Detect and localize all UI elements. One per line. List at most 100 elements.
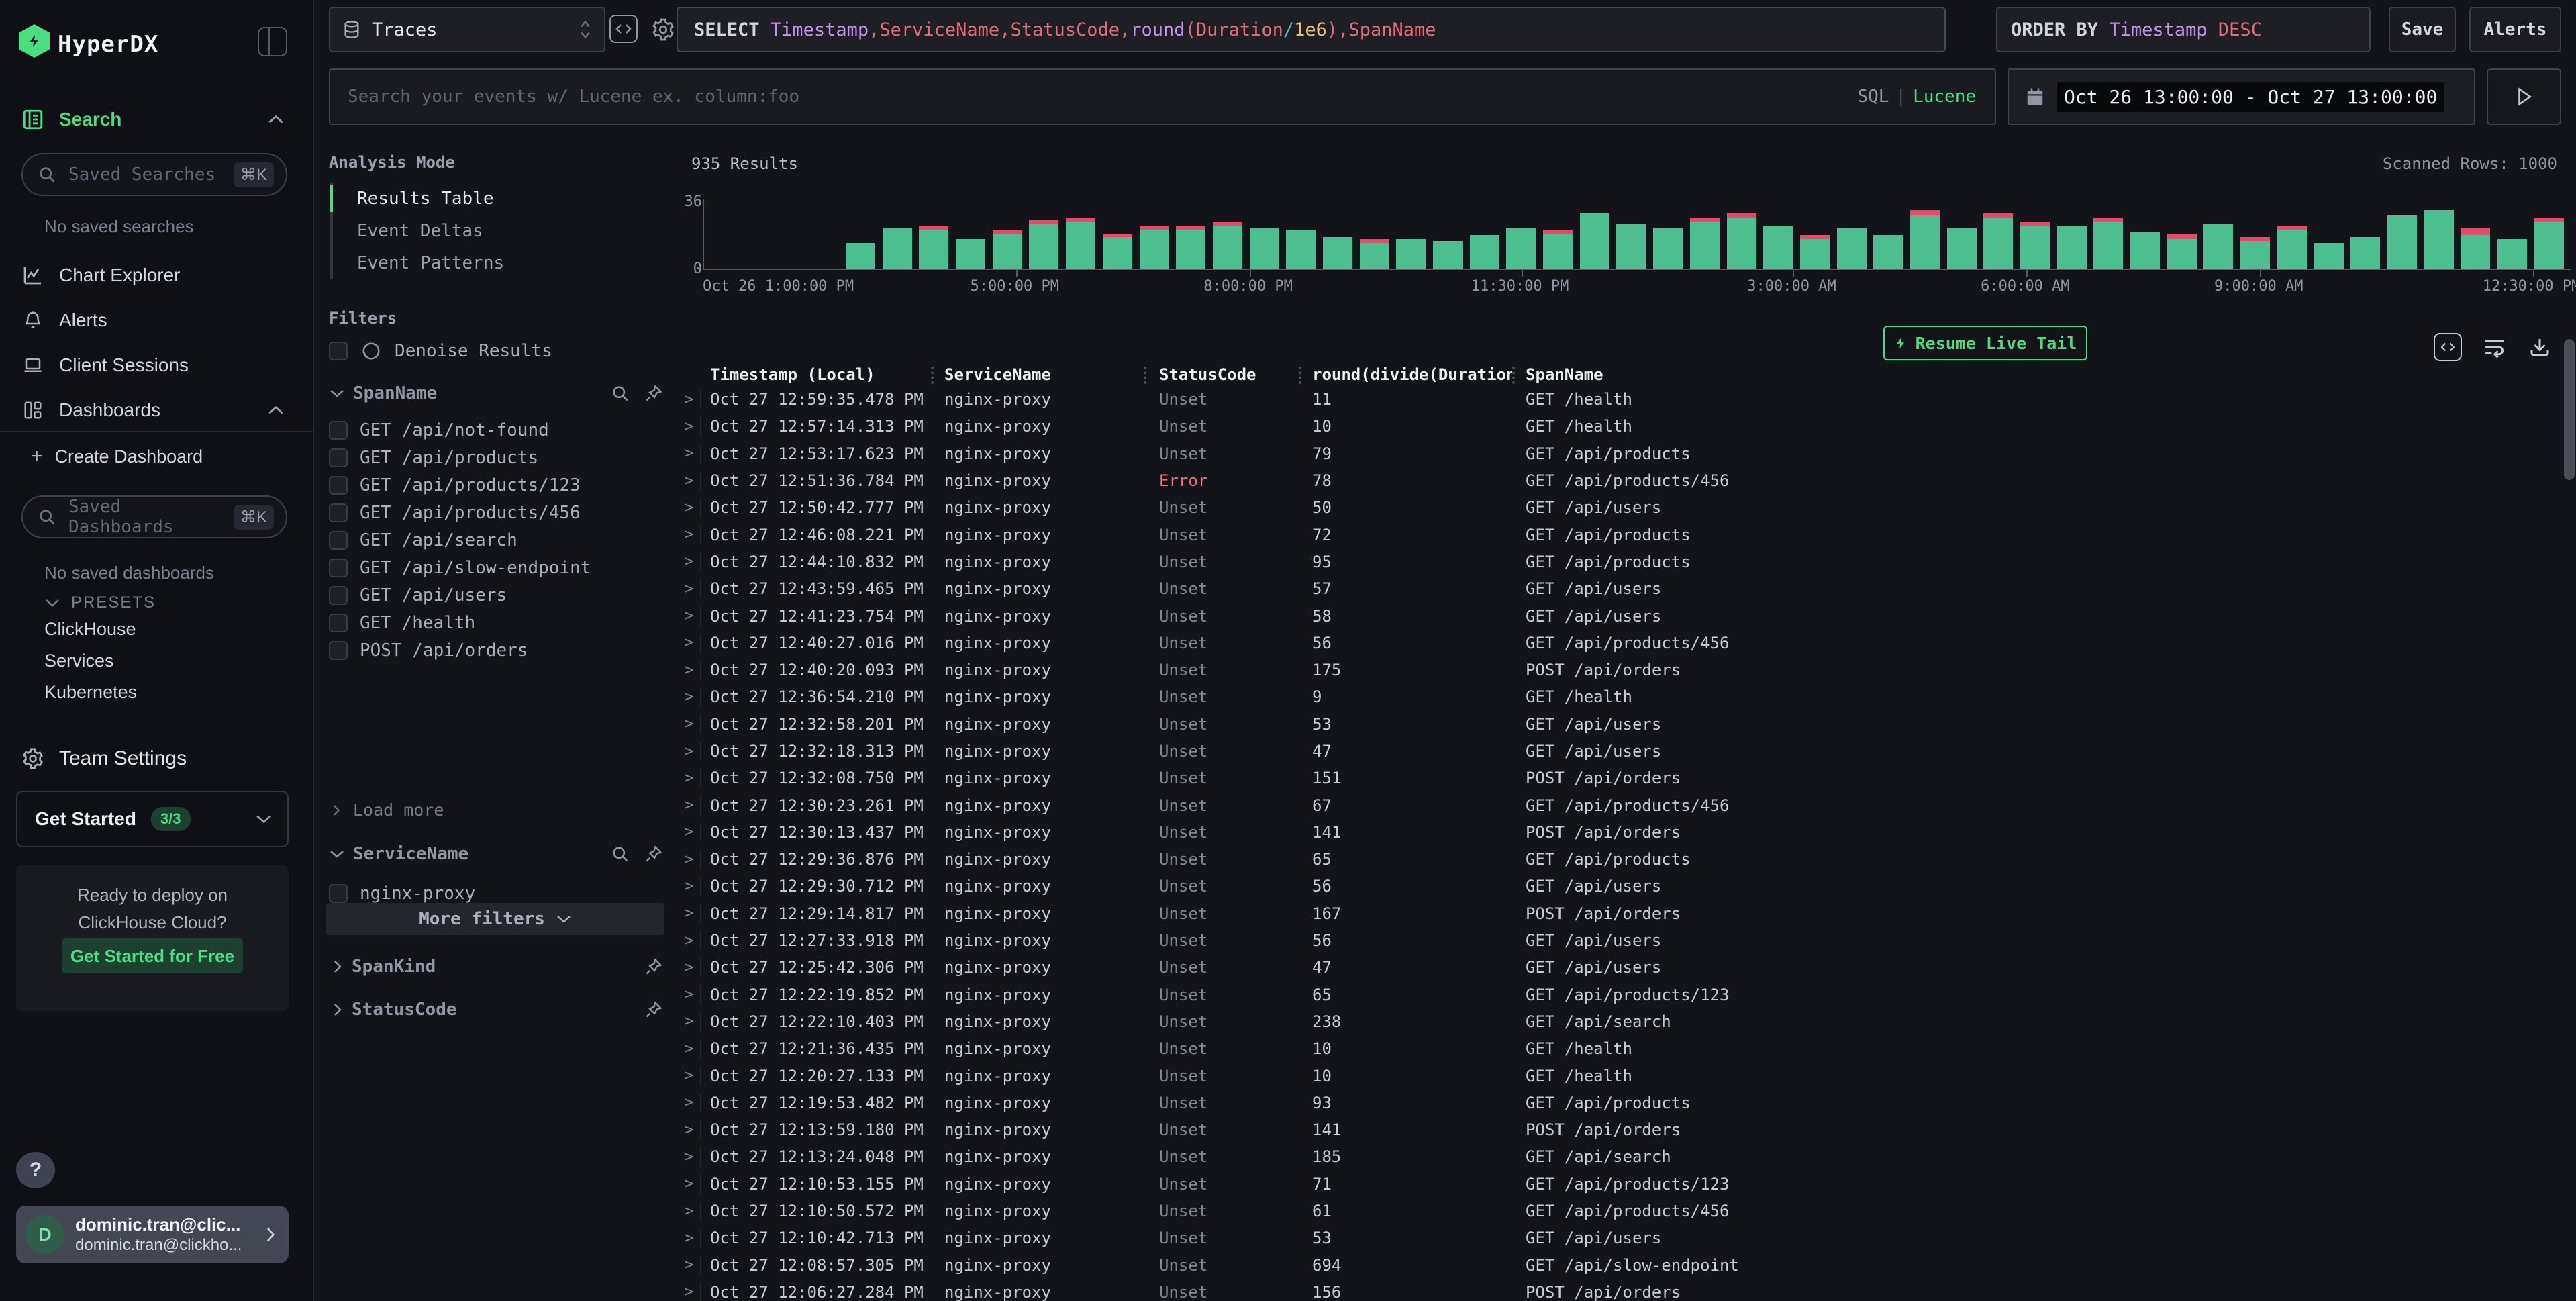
pin-icon[interactable]: [644, 957, 663, 976]
col-timestamp[interactable]: Timestamp (Local): [710, 365, 932, 384]
table-row[interactable]: >Oct 27 12:22:19.852 PMnginx-proxyUnset6…: [677, 981, 2576, 1008]
expand-row-icon[interactable]: >: [685, 1284, 693, 1300]
table-row[interactable]: >Oct 27 12:50:42.777 PMnginx-proxyUnset5…: [677, 494, 2576, 521]
chart-bar[interactable]: [919, 226, 948, 269]
expand-row-icon[interactable]: >: [685, 797, 693, 814]
table-row[interactable]: >Oct 27 12:21:36.435 PMnginx-proxyUnset1…: [677, 1035, 2576, 1062]
get-started-free-button[interactable]: Get Started for Free: [62, 938, 243, 973]
expand-row-icon[interactable]: >: [685, 716, 693, 732]
chart-bar[interactable]: [2203, 224, 2233, 269]
table-row[interactable]: >Oct 27 12:10:50.572 PMnginx-proxyUnset6…: [677, 1198, 2576, 1224]
saved-dashboards-input[interactable]: Saved Dashboards ⌘K: [21, 495, 287, 538]
table-row[interactable]: >Oct 27 12:13:59.180 PMnginx-proxyUnset1…: [677, 1116, 2576, 1143]
run-query-button[interactable]: [2487, 68, 2561, 125]
gear-icon[interactable]: [648, 15, 678, 44]
table-row[interactable]: >Oct 27 12:30:23.261 PMnginx-proxyUnset6…: [677, 791, 2576, 818]
scrollbar-thumb[interactable]: [2564, 339, 2575, 480]
checkbox[interactable]: [329, 503, 348, 522]
expand-row-icon[interactable]: >: [685, 526, 693, 543]
checkbox[interactable]: [329, 884, 348, 903]
chart-bar[interactable]: [1323, 237, 1352, 269]
checkbox[interactable]: [329, 421, 348, 440]
table-row[interactable]: >Oct 27 12:44:10.832 PMnginx-proxyUnset9…: [677, 548, 2576, 575]
chart-bar[interactable]: [1029, 220, 1058, 269]
expand-row-icon[interactable]: >: [685, 1094, 693, 1111]
filter-group-spanname[interactable]: SpanName: [314, 379, 677, 408]
expand-row-icon[interactable]: >: [685, 1175, 693, 1192]
table-row[interactable]: >Oct 27 12:27:33.918 PMnginx-proxyUnset5…: [677, 927, 2576, 954]
chart-bar[interactable]: [2314, 243, 2344, 269]
chevron-up-icon[interactable]: [267, 405, 285, 416]
expand-row-icon[interactable]: >: [685, 445, 693, 462]
table-row[interactable]: >Oct 27 12:51:36.784 PMnginx-proxyError7…: [677, 467, 2576, 494]
table-row[interactable]: >Oct 27 12:32:18.313 PMnginx-proxyUnset4…: [677, 738, 2576, 765]
chart-bar[interactable]: [883, 228, 912, 269]
pin-icon[interactable]: [644, 845, 663, 863]
table-row[interactable]: >Oct 27 12:43:59.465 PMnginx-proxyUnset5…: [677, 575, 2576, 602]
chart-bar[interactable]: [2350, 237, 2380, 269]
col-spanname[interactable]: SpanName: [1526, 365, 1928, 384]
checkbox[interactable]: [329, 476, 348, 495]
chart-bar[interactable]: [1837, 228, 1867, 269]
table-row[interactable]: >Oct 27 12:29:14.817 PMnginx-proxyUnset1…: [677, 900, 2576, 927]
chart-bar[interactable]: [1176, 226, 1205, 269]
chart-bar[interactable]: [1140, 226, 1169, 269]
pin-icon[interactable]: [644, 1000, 663, 1019]
checkbox[interactable]: [329, 531, 348, 550]
table-row[interactable]: >Oct 27 12:22:10.403 PMnginx-proxyUnset2…: [677, 1008, 2576, 1035]
expand-row-icon[interactable]: >: [685, 418, 693, 435]
expand-row-icon[interactable]: >: [685, 473, 693, 489]
search-icon[interactable]: [611, 384, 630, 403]
table-row[interactable]: >Oct 27 12:40:20.093 PMnginx-proxyUnset1…: [677, 657, 2576, 683]
checkbox[interactable]: [329, 586, 348, 605]
preset-kubernetes[interactable]: Kubernetes: [44, 682, 137, 703]
code-icon[interactable]: [609, 15, 638, 43]
sidebar-item-team-settings[interactable]: Team Settings: [0, 740, 314, 777]
chart-bar[interactable]: [2130, 232, 2160, 269]
search-icon[interactable]: [611, 845, 630, 863]
expand-row-icon[interactable]: >: [685, 553, 693, 570]
table-row[interactable]: >Oct 27 12:41:23.754 PMnginx-proxyUnset5…: [677, 602, 2576, 629]
expand-row-icon[interactable]: >: [685, 634, 693, 651]
expand-row-icon[interactable]: >: [685, 824, 693, 840]
chart-bar[interactable]: [1763, 226, 1793, 269]
chart-bar[interactable]: [2497, 239, 2527, 269]
chart-bar[interactable]: [1250, 228, 1279, 269]
mode-lucene[interactable]: Lucene: [1913, 87, 1976, 107]
expand-row-icon[interactable]: >: [685, 932, 693, 949]
checkbox[interactable]: [329, 559, 348, 577]
table-row[interactable]: >Oct 27 12:10:53.155 PMnginx-proxyUnset7…: [677, 1171, 2576, 1198]
filter-checkbox-item[interactable]: GET /api/slow-endpoint: [329, 554, 591, 581]
table-row[interactable]: >Oct 27 12:19:53.482 PMnginx-proxyUnset9…: [677, 1090, 2576, 1116]
filter-checkbox-item[interactable]: GET /api/products: [329, 444, 591, 471]
table-row[interactable]: >Oct 27 12:59:35.478 PMnginx-proxyUnset1…: [677, 386, 2576, 413]
filter-group-spankind[interactable]: SpanKind: [314, 952, 677, 981]
alerts-button[interactable]: Alerts: [2469, 7, 2561, 52]
expand-row-icon[interactable]: >: [685, 1203, 693, 1220]
chart-bar[interactable]: [1800, 235, 1830, 269]
order-by-input[interactable]: ORDER BY Timestamp DESC: [1996, 7, 2371, 52]
analysis-mode-event-patterns[interactable]: Event Patterns: [333, 247, 504, 279]
save-button[interactable]: Save: [2389, 7, 2456, 52]
expand-row-icon[interactable]: >: [685, 1122, 693, 1139]
table-row[interactable]: >Oct 27 12:08:57.305 PMnginx-proxyUnset6…: [677, 1252, 2576, 1279]
filter-checkbox-item[interactable]: GET /api/users: [329, 581, 591, 609]
sidebar-item-client-sessions[interactable]: Client Sessions: [0, 346, 314, 384]
view-source-icon[interactable]: [2434, 333, 2462, 361]
expand-row-icon[interactable]: >: [685, 391, 693, 408]
expand-row-icon[interactable]: >: [685, 662, 693, 679]
filter-checkbox-item[interactable]: POST /api/orders: [329, 636, 591, 664]
checkbox[interactable]: [329, 342, 348, 360]
chart-bar[interactable]: [2057, 226, 2087, 269]
create-dashboard-button[interactable]: + Create Dashboard: [0, 438, 314, 475]
table-row[interactable]: >Oct 27 12:46:08.221 PMnginx-proxyUnset7…: [677, 521, 2576, 548]
chart-bar[interactable]: [1286, 230, 1316, 269]
saved-searches-input[interactable]: Saved Searches ⌘K: [21, 153, 287, 196]
table-row[interactable]: >Oct 27 12:40:27.016 PMnginx-proxyUnset5…: [677, 630, 2576, 657]
presets-toggle[interactable]: PRESETS: [44, 593, 156, 612]
chart-bar[interactable]: [1066, 218, 1095, 269]
chart-bar[interactable]: [1103, 234, 1132, 269]
table-row[interactable]: >Oct 27 12:06:27.284 PMnginx-proxyUnset1…: [677, 1279, 2576, 1301]
chart-bar[interactable]: [1360, 239, 1389, 269]
chart-bar[interactable]: [1727, 213, 1756, 269]
